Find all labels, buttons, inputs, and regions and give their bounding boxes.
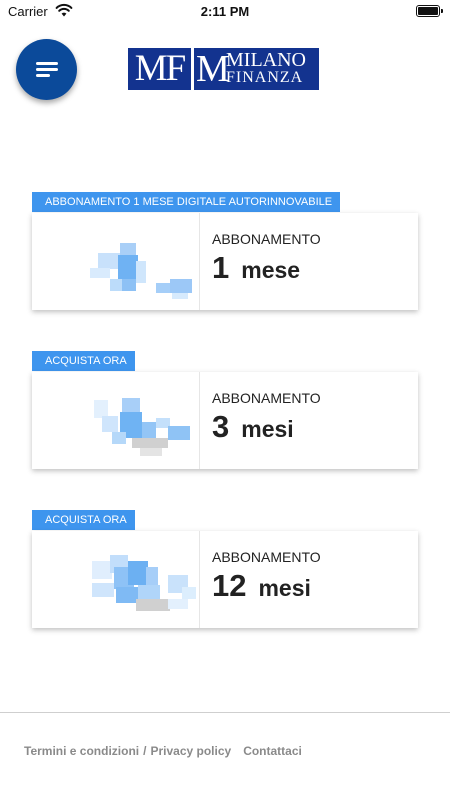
- offer-duration: 3 mesi: [212, 409, 418, 447]
- status-time: 2:11 PM: [200, 4, 250, 19]
- offer-label: ABBONAMENTO: [212, 390, 321, 406]
- offer-image-placeholder: [32, 372, 200, 469]
- menu-button[interactable]: [16, 39, 77, 100]
- offer-text: ABBONAMENTO 3 mesi: [200, 372, 418, 469]
- logo-line2: FINANZA: [226, 69, 304, 86]
- offer-number: 1: [212, 250, 230, 285]
- offer-card[interactable]: ABBONAMENTO 3 mesi: [32, 372, 418, 469]
- footer: Termini e condizioni / Privacy policy Conta…: [24, 744, 302, 758]
- offer-label: ABBONAMENTO: [212, 231, 321, 247]
- offer-number: 12: [212, 568, 247, 603]
- offer-tag[interactable]: ACQUISTA ORA: [32, 351, 135, 371]
- offer-unit: mesi: [258, 575, 311, 601]
- logo-mark: MF: [128, 48, 191, 90]
- milano-finanza-logo: MF M MILANO FINANZA: [128, 48, 319, 90]
- offer-card[interactable]: ABBONAMENTO 12 mesi: [32, 531, 418, 628]
- offer-duration: 1 mese: [212, 250, 418, 288]
- logo-name: M MILANO FINANZA: [194, 48, 319, 90]
- offer-text: ABBONAMENTO 12 mesi: [200, 531, 418, 628]
- privacy-link[interactable]: Privacy policy: [150, 744, 231, 758]
- offer-unit: mese: [241, 257, 301, 283]
- footer-divider: [0, 712, 450, 713]
- battery-icon: [416, 5, 443, 17]
- offer-number: 3: [212, 409, 230, 444]
- offer-text: ABBONAMENTO 1 mese: [200, 213, 418, 310]
- offer-tag[interactable]: ABBONAMENTO 1 MESE DIGITALE AUTORINNOVAB…: [32, 192, 341, 212]
- offer-image-placeholder: [32, 213, 200, 310]
- offer-tag[interactable]: ACQUISTA ORA: [32, 510, 135, 530]
- contact-link[interactable]: Contattaci: [243, 744, 302, 758]
- terms-link[interactable]: Termini e condizioni: [24, 744, 139, 758]
- offer-unit: mesi: [241, 416, 294, 442]
- status-bar: Carrier 2:11 PM: [0, 0, 450, 24]
- offer-label: ABBONAMENTO: [212, 549, 321, 565]
- offer-duration: 12 mesi: [212, 568, 418, 606]
- offer-card[interactable]: ABBONAMENTO 1 mese: [32, 213, 418, 310]
- logo-line1: MILANO: [226, 49, 306, 71]
- footer-separator: /: [143, 744, 147, 758]
- offer-image-placeholder: [32, 531, 200, 628]
